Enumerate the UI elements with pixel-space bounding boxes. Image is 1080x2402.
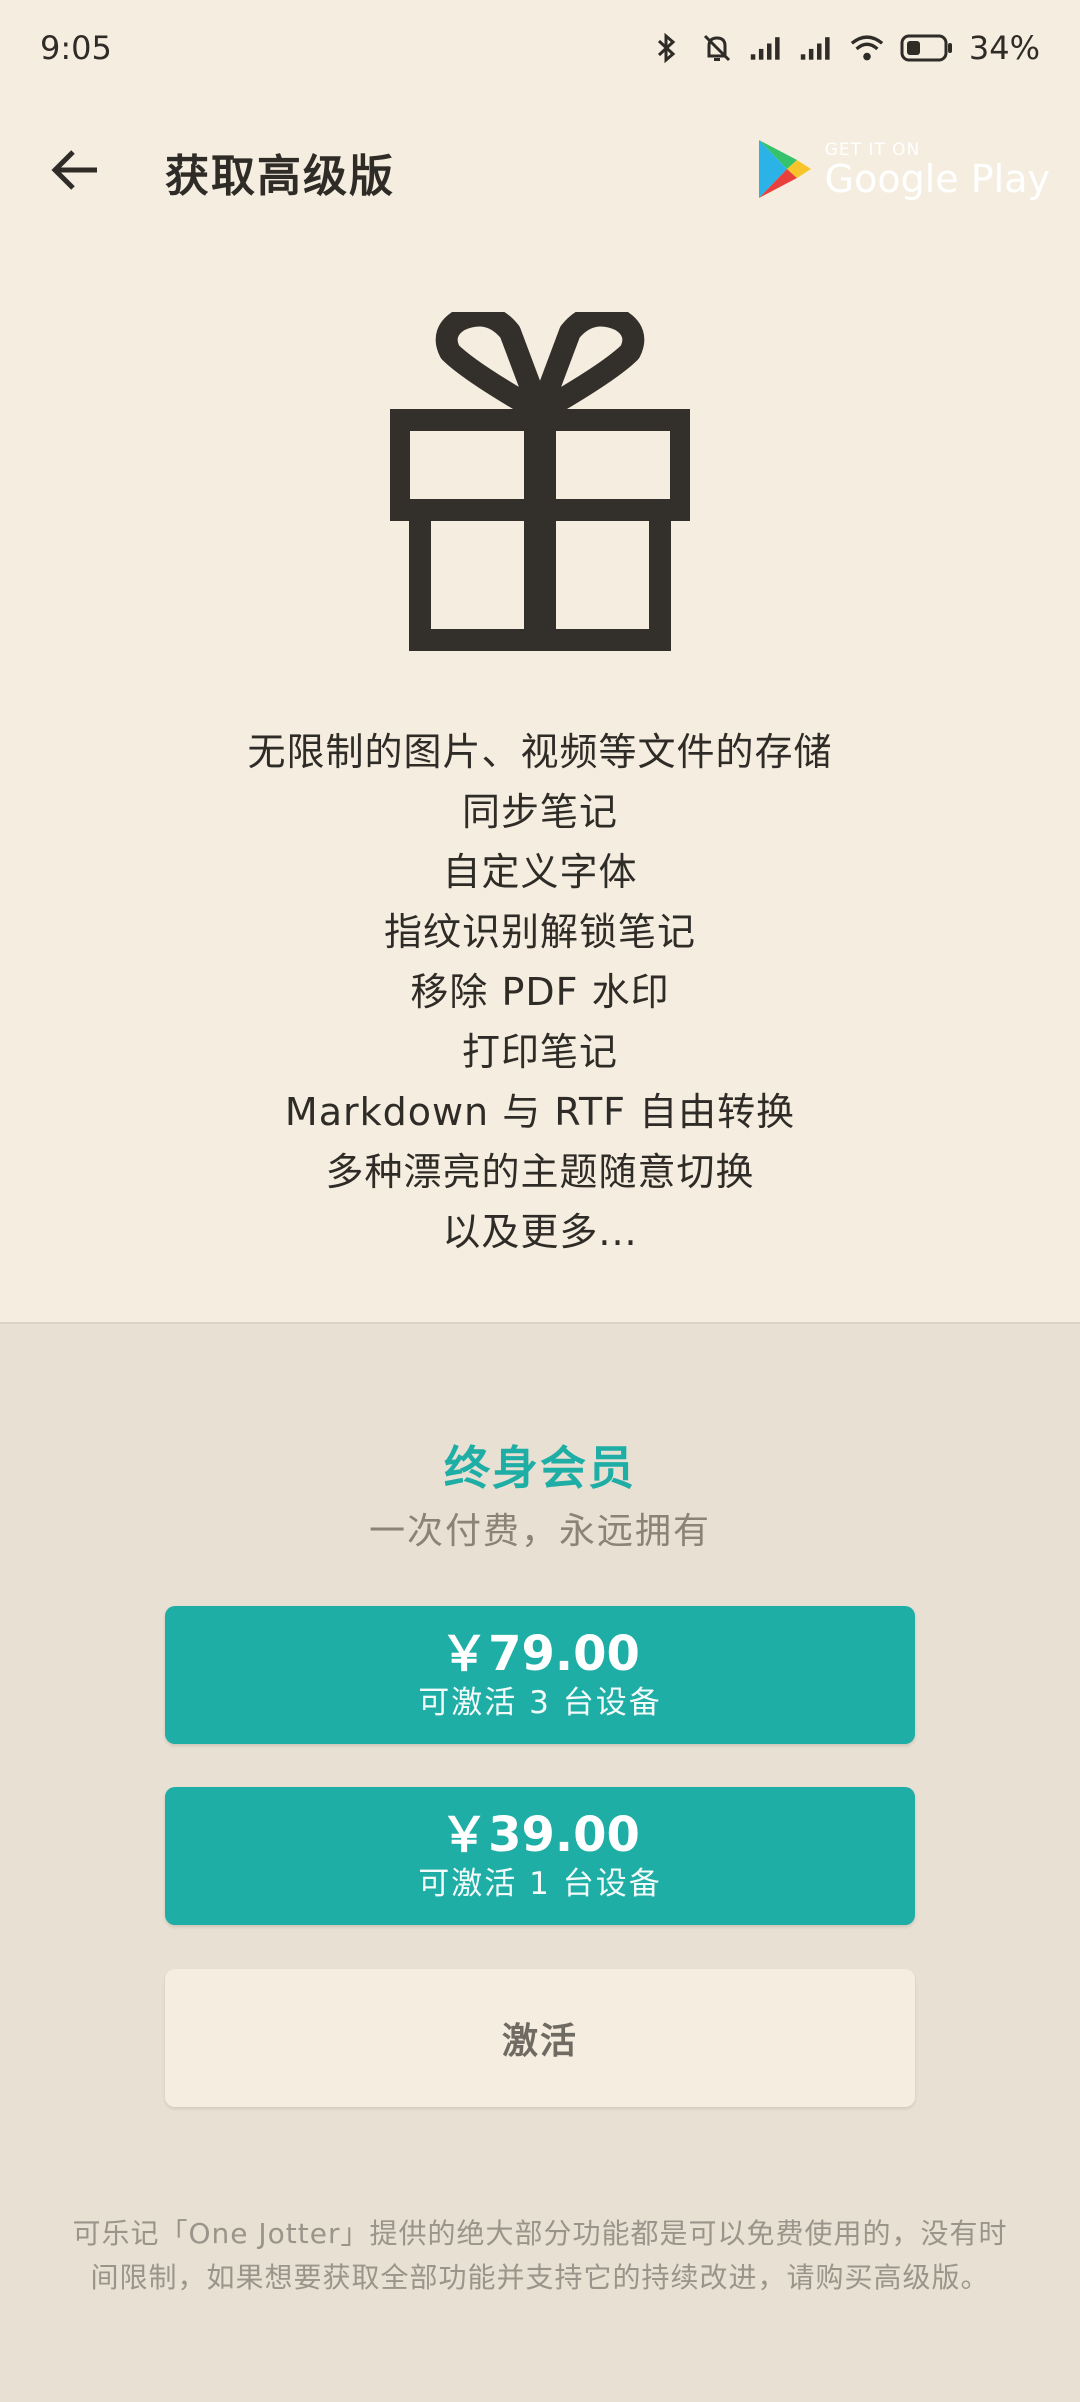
gift-icon: [390, 312, 690, 651]
plan-subtitle: 一次付费，永远拥有: [368, 1511, 711, 1552]
mute-icon: [699, 30, 735, 66]
status-icons: 34%: [649, 29, 1040, 67]
buy-1-device-button[interactable]: ￥39.00 可激活 1 台设备: [165, 1787, 915, 1925]
activate-button[interactable]: 激活: [165, 1969, 915, 2107]
device-note: 可激活 1 台设备: [418, 1866, 662, 1902]
status-bar: 9:05 34%: [0, 0, 1080, 96]
badge-store-name: Google Play: [824, 157, 1050, 201]
status-time: 9:05: [40, 29, 112, 67]
feature-item: 多种漂亮的主题随意切换: [325, 1150, 755, 1194]
disclaimer-text: 可乐记「One Jotter」提供的绝大部分功能都是可以免费使用的，没有时间限制…: [72, 2217, 1008, 2294]
google-play-logo-icon: [758, 140, 811, 198]
feature-item: 指纹识别解锁笔记: [383, 910, 696, 954]
device-note: 可激活 3 台设备: [418, 1685, 662, 1721]
page-title: 获取高级版: [165, 151, 395, 202]
purchase-panel: 终身会员 一次付费，永远拥有 ￥79.00 可激活 3 台设备 ￥39.00 可…: [0, 1322, 1080, 2402]
feature-item: 自定义字体: [442, 850, 638, 894]
battery-icon: [899, 30, 955, 66]
price-label: ￥39.00: [440, 1807, 640, 1863]
signal-icon: [799, 30, 835, 66]
wifi-icon: [849, 30, 885, 66]
signal-icon: [749, 30, 785, 66]
battery-percent: 34%: [968, 29, 1040, 67]
feature-item: 打印笔记: [461, 1030, 618, 1074]
bluetooth-icon: [649, 30, 685, 66]
feature-item: 无限制的图片、视频等文件的存储: [247, 730, 833, 774]
app-bar: 获取高级版 GET IT ON Google Play: [0, 110, 1080, 230]
back-button[interactable]: [40, 135, 110, 205]
arrow-left-icon: [51, 150, 97, 190]
price-label: ￥79.00: [440, 1626, 640, 1682]
google-play-badge[interactable]: GET IT ON Google Play: [757, 138, 1050, 200]
feature-list: 无限制的图片、视频等文件的存储 同步笔记 自定义字体 指纹识别解锁笔记 移除 P…: [0, 722, 1080, 1262]
buy-3-devices-button[interactable]: ￥79.00 可激活 3 台设备: [165, 1606, 915, 1744]
feature-item: 同步笔记: [461, 790, 618, 834]
plan-title: 终身会员: [444, 1441, 636, 1495]
feature-item: 移除 PDF 水印: [410, 970, 670, 1014]
feature-item: 以及更多...: [442, 1210, 638, 1254]
feature-item: Markdown 与 RTF 自由转换: [284, 1090, 796, 1134]
